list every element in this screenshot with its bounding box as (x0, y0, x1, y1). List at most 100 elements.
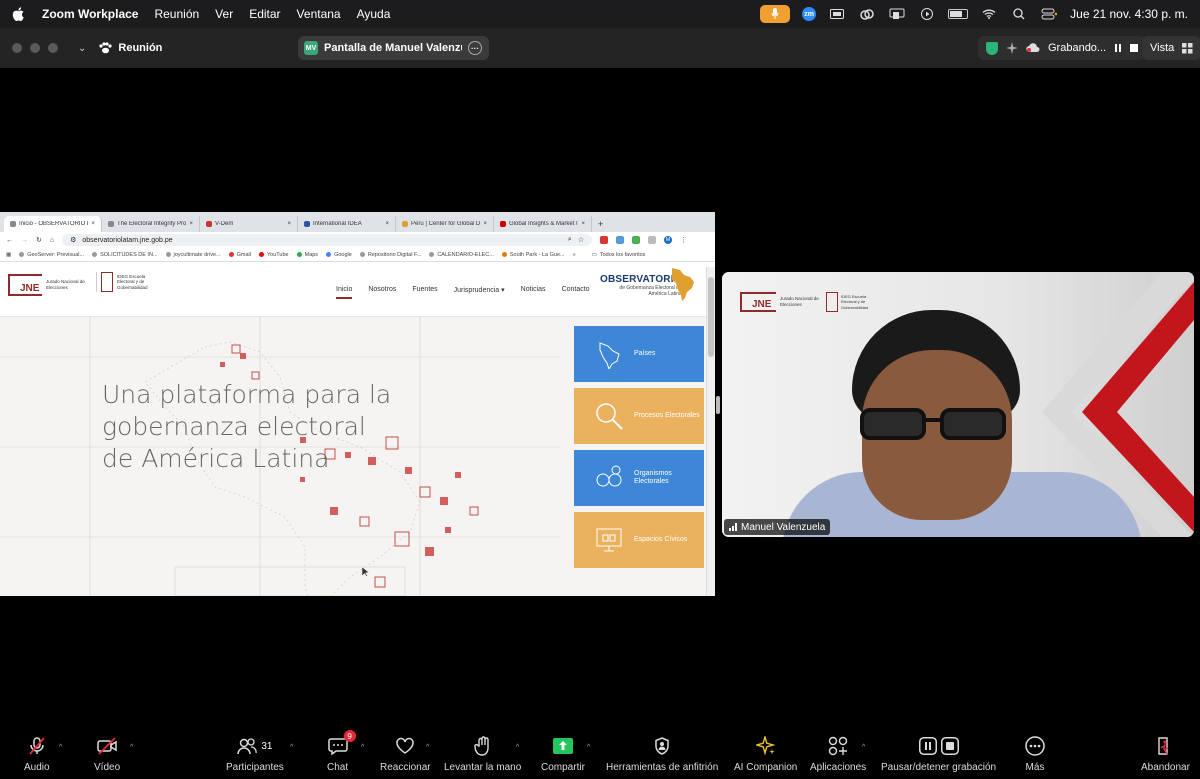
spotlight-search-icon[interactable] (1010, 7, 1028, 21)
home-icon[interactable]: ⌂ (50, 237, 54, 244)
bookmark-star-icon[interactable]: ☆ (578, 236, 584, 244)
nav-nosotros[interactable]: Nosotros (368, 286, 396, 299)
meeting-info[interactable]: Reunión (98, 42, 162, 54)
menu-ayuda[interactable]: Ayuda (357, 7, 391, 21)
play-icon[interactable] (918, 7, 936, 21)
browser-tab[interactable]: Global Insights & Market Intelligence× (494, 216, 592, 232)
pause-recording-icon[interactable] (1114, 44, 1122, 52)
back-icon[interactable]: ← (6, 237, 13, 244)
battery-icon[interactable] (948, 9, 969, 19)
audio-options-chevron-icon[interactable]: ^ (59, 744, 62, 751)
bookmarks-overflow-icon[interactable]: » (573, 252, 576, 258)
url-input[interactable]: ⚙ observatoriolatam.jne.gob.pe ⌕ ☆ (62, 234, 593, 246)
tab-close-icon[interactable]: × (91, 221, 95, 227)
tab-close-icon[interactable]: × (385, 221, 389, 227)
more-options-icon[interactable]: ··· (468, 41, 482, 55)
tile-procesos-electorales[interactable]: Procesos Electorales (574, 388, 704, 444)
browser-tab[interactable]: International IDEA × (298, 216, 396, 232)
share-options-chevron-icon[interactable]: ^ (587, 744, 590, 751)
participant-video-tile[interactable]: JNE Jurado Nacional de Elecciones IDEG E… (722, 272, 1194, 537)
forward-icon[interactable]: → (21, 237, 28, 244)
tab-close-icon[interactable]: × (483, 221, 487, 227)
jne-logo[interactable]: JNE Jurado Nacional de Elecciones (8, 274, 86, 296)
bookmark-item[interactable]: YouTube (258, 252, 289, 258)
bookmark-item[interactable]: Repositorio Digital F... (359, 252, 421, 258)
bookmark-item[interactable]: Maps (296, 252, 318, 258)
screen-share-indicator[interactable]: MV Pantalla de Manuel Valenzuela ··· (298, 36, 489, 60)
menu-ver[interactable]: Ver (215, 7, 233, 21)
participants-button[interactable]: 31 Participantes (226, 736, 284, 773)
menu-ventana[interactable]: Ventana (297, 7, 341, 21)
nav-noticias[interactable]: Noticias (521, 286, 546, 299)
wifi-icon[interactable] (980, 7, 998, 21)
extension-icon[interactable] (600, 236, 609, 244)
pause-stop-recording-button[interactable]: Pausar/detener grabación (881, 736, 996, 773)
extensions-puzzle-icon[interactable] (648, 236, 657, 244)
nav-inicio[interactable]: Inicio (336, 286, 353, 299)
apps-grid-icon[interactable]: ▦ (6, 252, 11, 258)
window-minimize-button[interactable] (30, 43, 40, 53)
react-button[interactable]: Reaccionar (380, 736, 431, 773)
extension-icon[interactable] (632, 236, 641, 244)
site-info-icon[interactable]: ⚙ (70, 236, 76, 244)
browser-tab[interactable]: Inicio - OBSERVATORIO LATAM× (4, 216, 102, 232)
tab-close-icon[interactable]: × (287, 221, 291, 227)
video-options-chevron-icon[interactable]: ^ (130, 744, 133, 751)
menubar-datetime[interactable]: Jue 21 nov. 4:30 p. m. (1070, 7, 1188, 21)
raise-hand-options-chevron-icon[interactable]: ^ (516, 744, 519, 751)
encryption-shield-icon[interactable] (986, 41, 998, 55)
profile-avatar[interactable]: M (664, 236, 673, 244)
browser-tab[interactable]: The Electoral Integrity Project× (102, 216, 200, 232)
bookmark-item[interactable]: South Park - La Gue... (501, 252, 565, 258)
apple-icon[interactable] (12, 6, 26, 22)
share-button[interactable]: Compartir (541, 736, 585, 773)
shared-screen[interactable]: Inicio - OBSERVATORIO LATAM× The Elector… (0, 212, 715, 596)
browser-tab[interactable]: Peru | Center for Global Development× (396, 216, 494, 232)
leave-button[interactable]: Abandonar (1141, 736, 1190, 773)
stop-recording-icon[interactable] (1130, 44, 1139, 52)
bookmark-item[interactable]: GeoServer: Previsual... (19, 252, 84, 258)
video-button[interactable]: Vídeo (94, 736, 120, 773)
bookmark-item[interactable]: SOLICITUDES DE IN... (92, 252, 158, 258)
display-mirroring-icon[interactable] (888, 7, 906, 21)
window-close-button[interactable] (12, 43, 22, 53)
scrollbar-thumb[interactable] (708, 277, 714, 357)
ai-sparkle-icon[interactable] (1006, 42, 1018, 54)
view-button[interactable]: Vista (1142, 36, 1200, 60)
nav-jurisprudencia[interactable]: Jurisprudencia ▾ (454, 286, 505, 299)
tile-espacios-civicos[interactable]: Espacios Cívicos (574, 512, 704, 568)
tab-close-icon[interactable]: × (581, 221, 585, 227)
zoom-tray-icon[interactable]: zm (802, 7, 817, 21)
apps-button[interactable]: Aplicaciones (810, 736, 866, 773)
bookmark-item[interactable]: Gmail (228, 252, 251, 258)
menu-reunion[interactable]: Reunión (154, 7, 199, 21)
participants-options-chevron-icon[interactable]: ^ (290, 744, 293, 751)
page-scrollbar[interactable] (706, 267, 715, 596)
screen-icon[interactable] (828, 7, 846, 21)
ideg-logo[interactable]: IDEG Escuela Electoral y de Gobernabilid… (96, 272, 153, 292)
apps-options-chevron-icon[interactable]: ^ (862, 744, 865, 751)
all-bookmarks-folder[interactable]: ▭ Todos los favoritos (592, 252, 646, 258)
react-options-chevron-icon[interactable]: ^ (426, 744, 429, 751)
chat-options-chevron-icon[interactable]: ^ (361, 744, 364, 751)
reload-icon[interactable]: ↻ (36, 236, 42, 244)
audio-button[interactable]: Audio (24, 736, 50, 773)
browser-menu-icon[interactable]: ⋮ (680, 236, 687, 244)
control-center-icon[interactable] (1040, 7, 1058, 21)
bookmark-item[interactable]: Google (326, 252, 352, 258)
extension-icon[interactable] (616, 236, 625, 244)
new-tab-button[interactable]: + (592, 219, 609, 232)
bookmark-item[interactable]: CALENDARIO-ELEC... (429, 252, 494, 258)
tab-close-icon[interactable]: × (189, 221, 193, 227)
creative-cloud-icon[interactable] (858, 7, 876, 21)
chevron-down-icon[interactable]: ⌄ (78, 43, 86, 54)
nav-contacto[interactable]: Contacto (562, 286, 590, 299)
menu-editar[interactable]: Editar (249, 7, 280, 21)
mic-in-use-indicator[interactable] (760, 5, 791, 23)
split-view-handle[interactable] (716, 396, 720, 414)
ai-companion-button[interactable]: AI Companion (734, 736, 797, 773)
raise-hand-button[interactable]: Levantar la mano (444, 736, 521, 773)
window-zoom-button[interactable] (48, 43, 58, 53)
tile-paises[interactable]: Países (574, 326, 704, 382)
nav-fuentes[interactable]: Fuentes (412, 286, 437, 299)
